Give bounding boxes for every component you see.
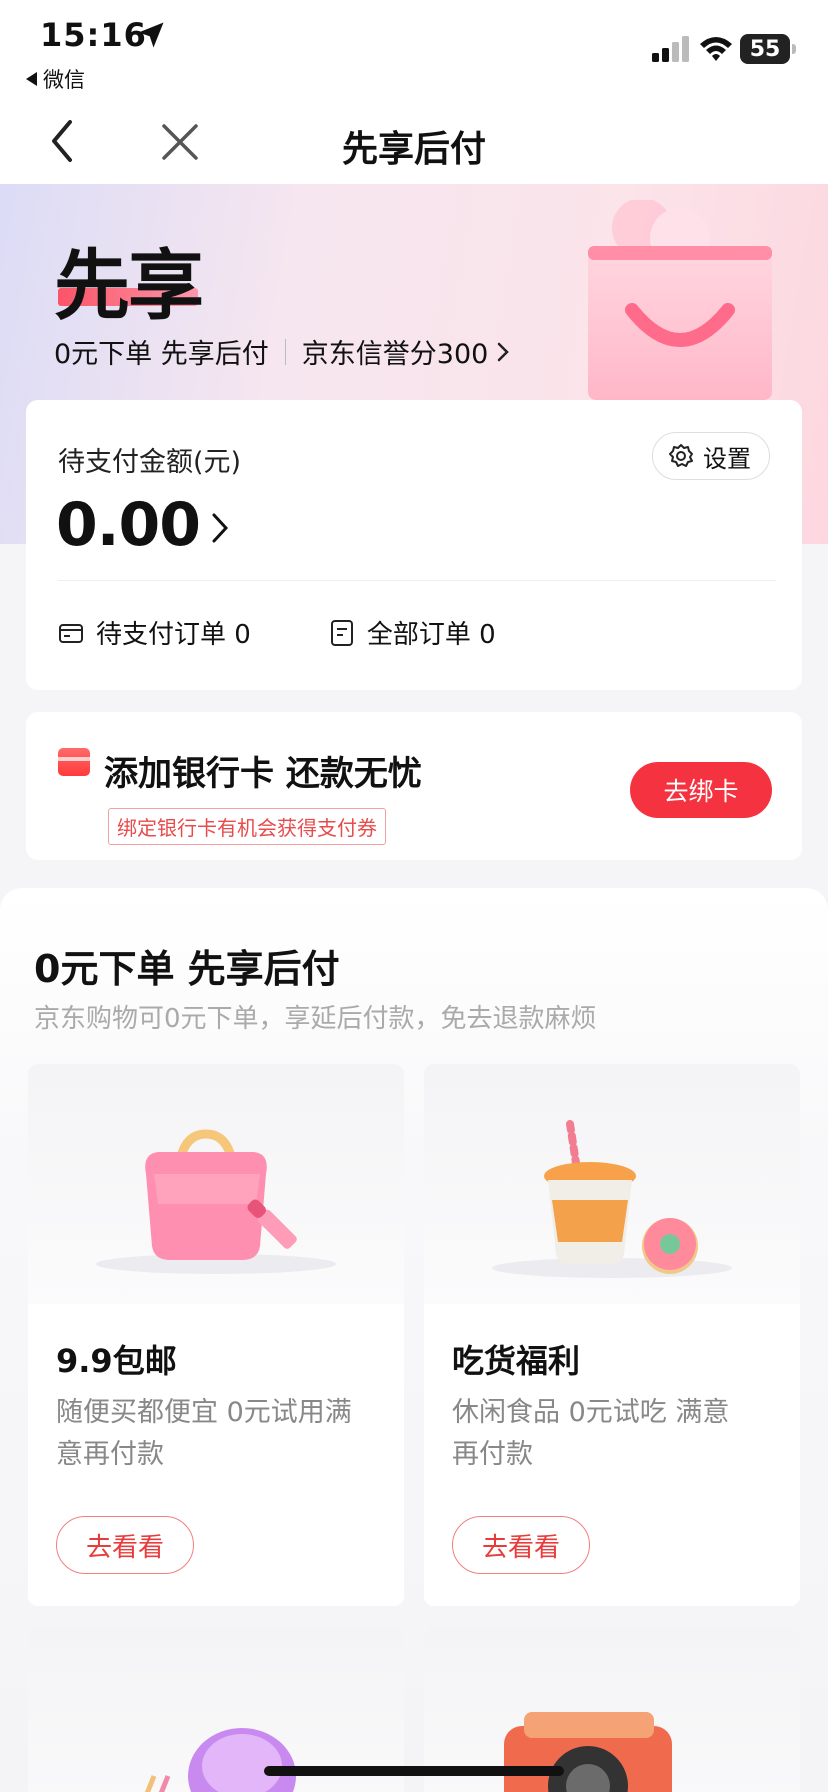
credit-score-label: 京东信誉分300: [301, 339, 489, 370]
promo-card-snack-deals[interactable]: 吃货福利 休闲食品 0元试吃 满意再付款 去看看: [424, 1064, 800, 1606]
credit-score-link[interactable]: 京东信誉分300: [302, 332, 511, 371]
divider: [58, 580, 776, 581]
location-arrow-icon: [138, 22, 164, 48]
settings-label: 设置: [703, 444, 751, 473]
gear-icon: [669, 444, 693, 467]
settings-button[interactable]: 设置: [652, 432, 770, 480]
pending-amount-link[interactable]: 0.00: [56, 490, 230, 560]
promo-card-title: 9.9包邮: [56, 1342, 177, 1380]
hero-slogan: 0元下单 先享后付: [54, 339, 269, 370]
all-orders-label: 全部订单 0: [366, 620, 496, 650]
coffee-donut-illustration-icon: [492, 1120, 732, 1278]
orders-row: 待支付订单 0 全部订单 0: [58, 614, 496, 651]
hero-subtitle: 0元下单 先享后付 京东信誉分300: [54, 332, 510, 371]
home-indicator: [264, 1766, 564, 1776]
promo-card-free-shipping[interactable]: 9.9包邮 随便买都便宜 0元试用满意再付款 去看看: [28, 1064, 404, 1606]
pending-amount-label: 待支付金额(元): [58, 447, 242, 478]
hero-title: 先享: [54, 224, 204, 334]
hero-divider: [284, 338, 286, 365]
status-time: 15:16: [40, 16, 147, 54]
view-more-button[interactable]: 去看看: [452, 1516, 590, 1574]
bind-bank-card-banner: 添加银行卡 还款无忧 绑定银行卡有机会获得支付券 去绑卡: [26, 712, 802, 860]
all-orders-link[interactable]: 全部订单 0: [329, 614, 496, 651]
pending-payment-card: 待支付金额(元) 设置 0.00 待支付订单 0 全部订单 0: [26, 400, 802, 690]
bank-card-promo-tag: 绑定银行卡有机会获得支付券: [108, 808, 386, 845]
page: 15:16 微信 55 先享后付 先享 0元下单 先享后付 京东信誉分300 待…: [0, 0, 828, 1792]
shopping-bag-illustration-icon: [588, 200, 772, 400]
chevron-right-icon: [498, 342, 510, 361]
hero-title-text: 先享: [54, 241, 204, 330]
page-title: 先享后付: [341, 129, 486, 170]
promo-card-desc: 随便买都便宜 0元试用满意再付款: [56, 1397, 352, 1470]
promo-card-image: [28, 1064, 404, 1304]
back-triangle-icon: [26, 72, 37, 86]
back-to-app[interactable]: 微信: [26, 64, 85, 94]
back-app-label: 微信: [43, 68, 85, 92]
view-more-button[interactable]: 去看看: [56, 1516, 194, 1574]
bind-card-button[interactable]: 去绑卡: [630, 762, 772, 818]
promo-card-title: 吃货福利: [452, 1342, 581, 1380]
pending-amount: 0.00: [56, 490, 201, 560]
promo-section: 0元下单 先享后付 京东购物可0元下单，享延后付款，免去退款麻烦 9.9包邮 随…: [0, 888, 828, 1792]
status-bar: 15:16 微信 55: [0, 0, 828, 98]
promo-title: 0元下单 先享后付: [34, 947, 340, 991]
chevron-right-icon: [212, 513, 229, 543]
battery-indicator: 55: [740, 34, 796, 64]
handbag-lipstick-illustration-icon: [96, 1129, 336, 1274]
promo-card-image: [424, 1064, 800, 1304]
document-icon: [330, 619, 353, 646]
bank-card-icon: [58, 748, 90, 776]
pending-orders-link[interactable]: 待支付订单 0: [58, 614, 251, 651]
wallet-icon: [59, 623, 83, 643]
promo-subtitle: 京东购物可0元下单，享延后付款，免去退款麻烦: [34, 1004, 597, 1034]
bank-card-title: 添加银行卡 还款无忧: [104, 754, 422, 794]
nav-bar: 先享后付: [0, 98, 828, 184]
promo-card-desc: 休闲食品 0元试吃 满意再付款: [452, 1397, 730, 1470]
cellular-signal-icon: [652, 36, 689, 62]
wifi-icon: [700, 37, 732, 61]
pending-orders-label: 待支付订单 0: [96, 620, 251, 650]
